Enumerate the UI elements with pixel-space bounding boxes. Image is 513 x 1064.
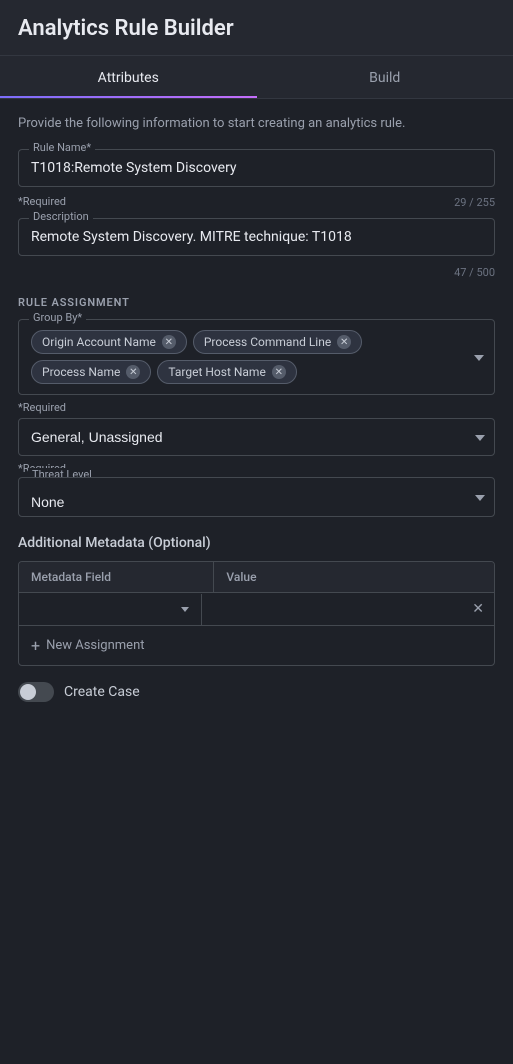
rule-name-char-count: 29 / 255 bbox=[454, 196, 495, 209]
metadata-table: Metadata Field Value ✕ + New Assignment bbox=[18, 561, 495, 666]
tag-origin-account-name[interactable]: Origin Account Name ✕ bbox=[31, 330, 187, 354]
tag-process-name[interactable]: Process Name ✕ bbox=[31, 360, 151, 384]
metadata-row-close-button[interactable]: ✕ bbox=[462, 593, 494, 625]
create-case-label: Create Case bbox=[64, 684, 140, 700]
rule-name-required: *Required bbox=[18, 195, 66, 208]
tag-close-target-host-name[interactable]: ✕ bbox=[272, 365, 286, 379]
group-by-chevron-icon bbox=[474, 350, 484, 364]
additional-metadata-title: Additional Metadata (Optional) bbox=[18, 535, 495, 551]
toggle-knob bbox=[20, 684, 36, 700]
tag-target-host-name[interactable]: Target Host Name ✕ bbox=[157, 360, 296, 384]
metadata-col-value: Value bbox=[214, 562, 494, 592]
metadata-value-input[interactable] bbox=[214, 601, 451, 616]
new-assignment-button[interactable]: + New Assignment bbox=[19, 626, 494, 665]
tags-row: Origin Account Name ✕ Process Command Li… bbox=[31, 330, 458, 384]
description-char-count: 47 / 500 bbox=[454, 266, 495, 279]
close-icon: ✕ bbox=[472, 601, 484, 617]
threat-level-container: Threat Level None Critical High Medium L… bbox=[18, 477, 495, 517]
rule-name-input[interactable] bbox=[31, 160, 482, 176]
main-content: Provide the following information to sta… bbox=[0, 99, 513, 718]
tab-build[interactable]: Build bbox=[257, 56, 513, 98]
tag-process-command-line[interactable]: Process Command Line ✕ bbox=[193, 330, 362, 354]
threat-level-select[interactable]: None Critical High Medium Low Informatio… bbox=[18, 477, 495, 517]
tag-close-process-name[interactable]: ✕ bbox=[126, 365, 140, 379]
intro-text: Provide the following information to sta… bbox=[18, 115, 495, 133]
plus-icon: + bbox=[31, 636, 40, 655]
tag-close-process-command-line[interactable]: ✕ bbox=[337, 335, 351, 349]
general-select[interactable]: General, Unassigned Critical High Medium… bbox=[18, 418, 495, 456]
metadata-header: Metadata Field Value bbox=[19, 562, 494, 593]
group-by-label: Group By* bbox=[29, 311, 86, 324]
metadata-field-chevron-icon bbox=[181, 602, 189, 617]
tab-attributes[interactable]: Attributes bbox=[0, 56, 257, 98]
metadata-row: ✕ bbox=[19, 593, 494, 626]
new-assignment-label: New Assignment bbox=[46, 638, 144, 653]
group-by-box: Group By* Origin Account Name ✕ Process … bbox=[18, 319, 495, 395]
rule-name-field: Rule Name* bbox=[18, 149, 495, 187]
metadata-col-field: Metadata Field bbox=[19, 562, 214, 592]
general-required-label: *Required bbox=[18, 401, 495, 414]
tabs-bar: Attributes Build bbox=[0, 56, 513, 99]
description-input[interactable] bbox=[31, 229, 482, 245]
description-label: Description bbox=[29, 210, 93, 223]
tag-close-origin-account-name[interactable]: ✕ bbox=[162, 335, 176, 349]
rule-name-label: Rule Name* bbox=[29, 141, 95, 154]
general-select-wrapper: General, Unassigned Critical High Medium… bbox=[18, 418, 495, 456]
general-select-container: General, Unassigned Critical High Medium… bbox=[18, 418, 495, 456]
create-case-row: Create Case bbox=[18, 682, 495, 702]
metadata-field-cell bbox=[19, 594, 202, 625]
metadata-value-cell[interactable] bbox=[202, 593, 463, 625]
threat-level-wrapper: Threat Level None Critical High Medium L… bbox=[18, 477, 495, 517]
description-field: Description bbox=[18, 218, 495, 256]
header: Analytics Rule Builder bbox=[0, 0, 513, 56]
rule-assignment-title: RULE ASSIGNMENT bbox=[18, 296, 495, 309]
page-title: Analytics Rule Builder bbox=[18, 16, 234, 41]
create-case-toggle[interactable] bbox=[18, 682, 54, 702]
